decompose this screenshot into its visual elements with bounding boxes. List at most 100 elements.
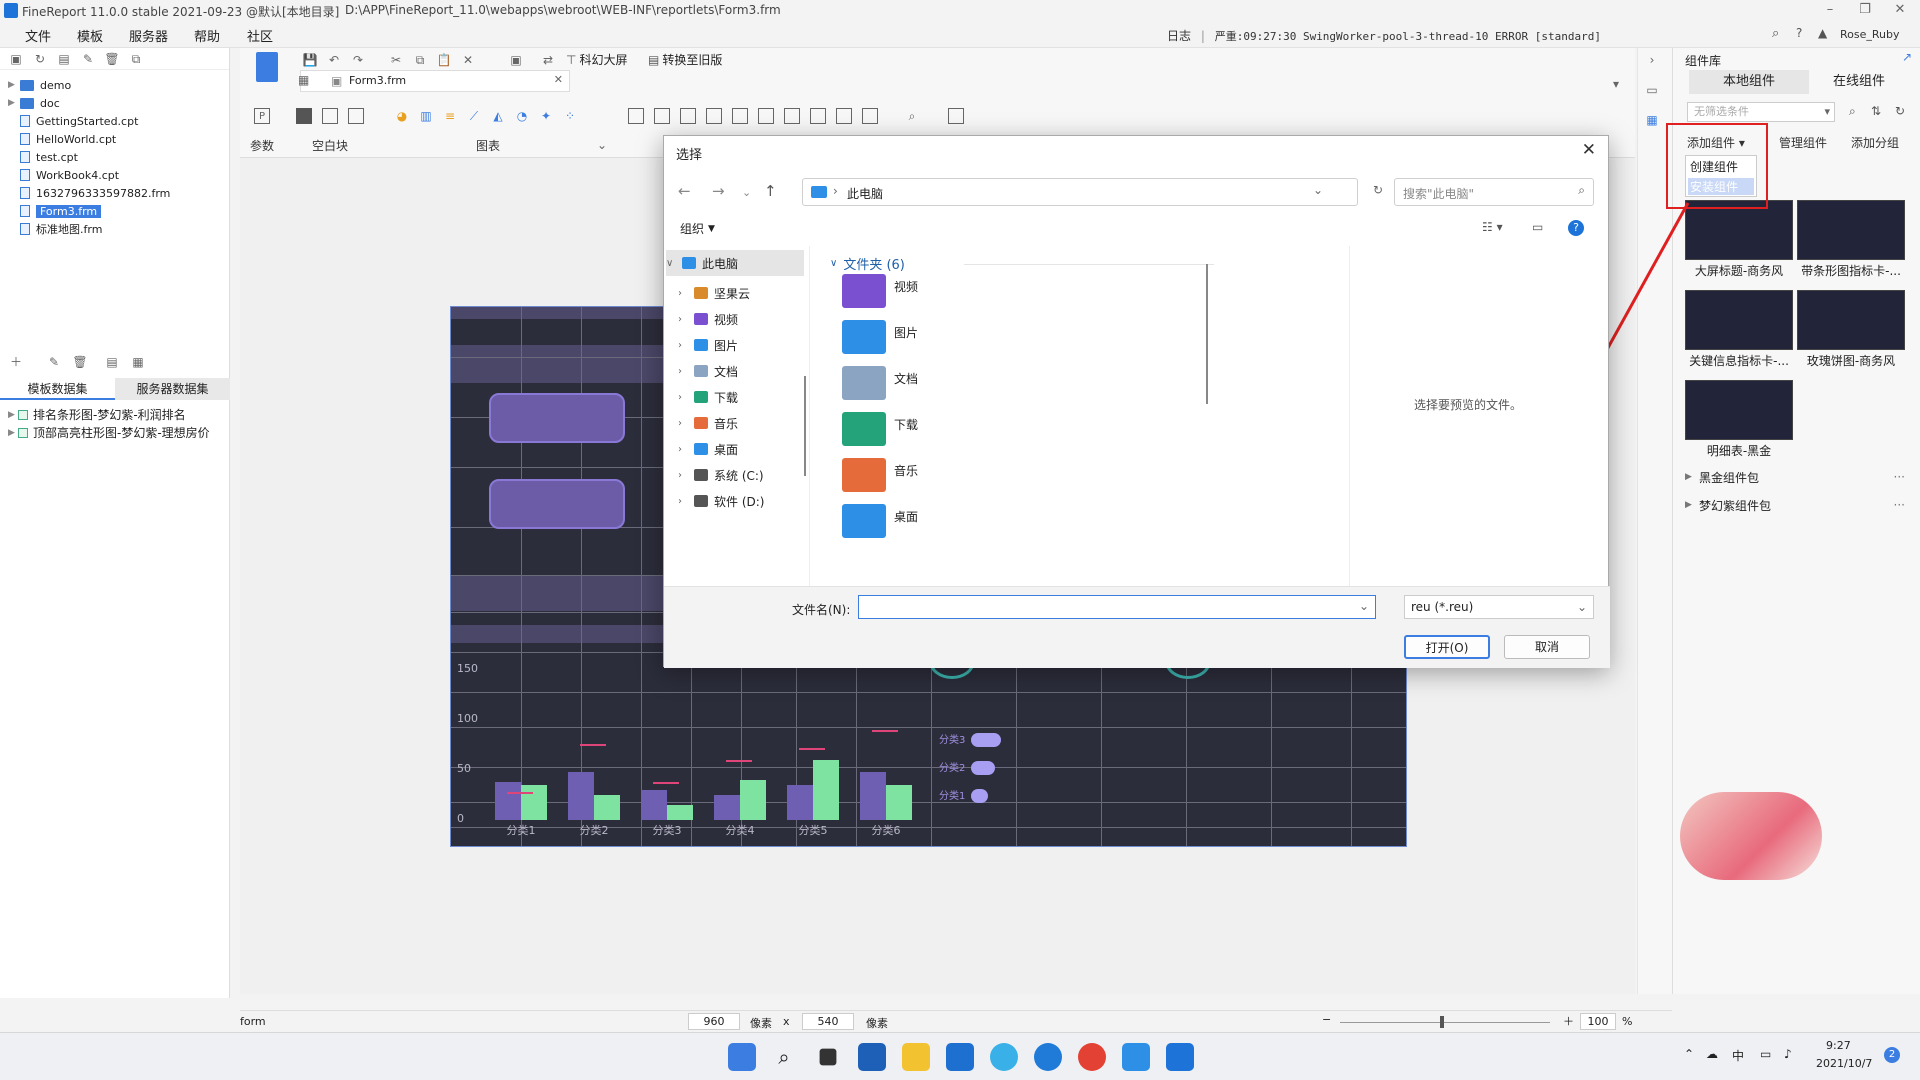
edge-icon[interactable]	[990, 1043, 1018, 1071]
chevron-right-icon[interactable]: ›	[678, 288, 694, 299]
tree-folder[interactable]: ▶ demo	[8, 76, 71, 94]
component-thumb[interactable]	[1685, 290, 1793, 350]
combo-widget-icon[interactable]	[680, 108, 696, 124]
preview-dataset-icon[interactable]: ▤	[104, 354, 120, 370]
bar[interactable]	[521, 785, 547, 820]
radar-chart-icon[interactable]: ✦	[538, 108, 554, 124]
component-thumb[interactable]	[1797, 200, 1905, 260]
chevron-right-icon[interactable]: ›	[678, 392, 694, 403]
menu-help[interactable]: 帮助	[194, 26, 220, 45]
side-bar[interactable]	[971, 761, 995, 775]
folder-label[interactable]: 视频	[894, 278, 918, 295]
filename-input[interactable]: ⌄	[858, 595, 1376, 619]
delete-icon[interactable]: ✕	[460, 52, 476, 68]
help-icon[interactable]: ?	[1568, 220, 1584, 236]
chevron-right-icon[interactable]: ›	[678, 366, 694, 377]
zoom-slider-handle[interactable]	[1440, 1016, 1444, 1028]
folder-label[interactable]: 图片	[894, 324, 918, 341]
textbox-widget-icon[interactable]	[628, 108, 644, 124]
folder-icon[interactable]	[842, 320, 886, 354]
tree-file[interactable]: GettingStarted.cpt	[8, 112, 138, 130]
tree-file[interactable]: WorkBook4.cpt	[8, 166, 119, 184]
nav-item[interactable]: › 下载	[678, 384, 808, 410]
zoom-field[interactable]: 100	[1580, 1013, 1616, 1030]
close-tab-icon[interactable]: ✕	[554, 73, 563, 86]
list-widget-icon[interactable]	[810, 108, 826, 124]
dashboard-card[interactable]	[489, 393, 625, 443]
recent-dropdown-icon[interactable]: ⌄	[742, 186, 751, 199]
search-icon[interactable]: ⌕	[1772, 26, 1779, 41]
undo-icon[interactable]: ↶	[326, 52, 342, 68]
nav-item[interactable]: › 系统 (C:)	[678, 462, 808, 488]
check-widget-icon[interactable]	[836, 108, 852, 124]
cloud-icon[interactable]: ☁	[1706, 1047, 1718, 1061]
taskview-icon[interactable]	[819, 1048, 837, 1066]
open-button[interactable]: 打开(O)	[1404, 635, 1490, 659]
paste-icon[interactable]: 📋	[436, 52, 452, 68]
label-widget-icon[interactable]	[784, 108, 800, 124]
sort-icon[interactable]: ⇅	[1871, 104, 1881, 118]
nav-item[interactable]: ∨ 此电脑	[666, 250, 804, 276]
tree-widget-icon[interactable]	[862, 108, 878, 124]
dataset-settings-icon[interactable]: ▦	[130, 354, 146, 370]
help-icon[interactable]: ?	[1796, 26, 1802, 40]
chevron-right-icon[interactable]: ›	[678, 418, 694, 429]
bar[interactable]	[641, 790, 667, 820]
document-tab[interactable]: ▦ ▣ Form3.frm ✕	[298, 70, 570, 92]
side-bar[interactable]	[971, 789, 988, 803]
nav-item[interactable]: › 图片	[678, 332, 808, 358]
cut-icon[interactable]: ✂	[388, 52, 404, 68]
filetype-select[interactable]: reu (*.reu) ⌄	[1404, 595, 1594, 619]
menu-file[interactable]: 文件	[25, 26, 51, 45]
preview-pane-icon[interactable]: ▭	[1532, 220, 1543, 234]
address-bar[interactable]: › 此电脑 ⌄ ↻	[802, 178, 1383, 206]
folder-icon[interactable]	[842, 412, 886, 446]
tree-file[interactable]: HelloWorld.cpt	[8, 130, 116, 148]
tab-local-components[interactable]: 本地组件	[1689, 70, 1809, 94]
refresh-icon[interactable]: ↻	[1895, 104, 1905, 118]
volume-icon[interactable]: ♪	[1784, 1047, 1792, 1061]
cancel-button[interactable]: 取消	[1504, 635, 1590, 659]
widget-settings-icon[interactable]: ▭	[1644, 82, 1660, 98]
chevron-down-icon[interactable]: ⌄	[1359, 599, 1369, 613]
minimize-icon[interactable]: –	[1815, 2, 1845, 20]
search-icon[interactable]: ⌕	[770, 1043, 798, 1071]
add-dataset-icon[interactable]: ＋	[8, 354, 24, 370]
more-icon[interactable]: ···	[1894, 498, 1905, 512]
chevron-down-icon[interactable]: ∨	[666, 258, 682, 269]
chevron-right-icon[interactable]: ›	[678, 340, 694, 351]
refresh-icon[interactable]: ↻	[1373, 183, 1383, 197]
filter-select[interactable]: 无筛选条件 ▾	[1687, 102, 1835, 122]
user-name[interactable]: Rose_Ruby	[1840, 28, 1900, 41]
layout-icon[interactable]	[322, 108, 338, 124]
tray-chevron-icon[interactable]: ⌃	[1684, 1047, 1694, 1061]
chevron-right-icon[interactable]: ›	[678, 470, 694, 481]
copy-icon[interactable]: ⧉	[412, 52, 428, 68]
swap-icon[interactable]: ⇄	[540, 52, 556, 68]
maximize-icon[interactable]: ❐	[1850, 2, 1880, 20]
tree-file[interactable]: test.cpt	[8, 148, 78, 166]
component-thumb[interactable]	[1685, 380, 1793, 440]
expand-icon[interactable]: ▶	[8, 80, 20, 90]
more-icon[interactable]: ···	[1894, 470, 1905, 484]
chrome-icon[interactable]	[1078, 1043, 1106, 1071]
menu-server[interactable]: 服务器	[129, 26, 168, 45]
network-icon[interactable]: ▭	[1760, 1047, 1771, 1061]
store-icon[interactable]	[946, 1043, 974, 1071]
component-thumb[interactable]	[1797, 290, 1905, 350]
param-icon[interactable]: P	[254, 108, 270, 124]
folder-icon[interactable]	[842, 366, 886, 400]
notification-badge[interactable]: 2	[1884, 1047, 1900, 1063]
clock-date[interactable]: 2021/10/7	[1816, 1057, 1872, 1070]
dataset-item[interactable]: ▶ 顶部高亮柱形图-梦幻紫-理想房价	[8, 424, 210, 441]
nav-item[interactable]: › 软件 (D:)	[678, 488, 808, 514]
tree-folder[interactable]: ▶ doc	[8, 94, 60, 112]
number-widget-icon[interactable]	[654, 108, 670, 124]
gauge-chart-icon[interactable]: ◔	[514, 108, 530, 124]
bar[interactable]	[740, 780, 766, 820]
tree-file[interactable]: 1632796333597882.frm	[8, 184, 170, 202]
component-package[interactable]: ▶ 梦幻紫组件包 ···	[1685, 494, 1911, 516]
chevron-down-icon[interactable]: ⌄	[594, 137, 610, 153]
edit-dataset-icon[interactable]: ✎	[46, 354, 62, 370]
canvas-width-field[interactable]: 960	[688, 1013, 740, 1030]
